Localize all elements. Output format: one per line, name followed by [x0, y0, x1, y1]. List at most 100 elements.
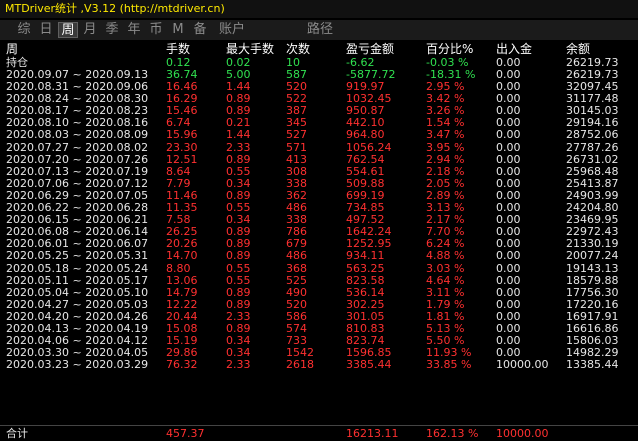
table-row[interactable]: 2020.07.20 ~ 2020.07.26 12.51 0.89 413 762.5… — [0, 152, 638, 166]
tab-9[interactable]: 账户 — [212, 22, 252, 38]
cell-maxhands: 0.55 — [226, 273, 251, 287]
tab-7[interactable]: M — [168, 22, 188, 38]
window-title: MTDriver统计 ,V3.12 (http://mtdriver.cn) — [0, 0, 638, 18]
cell-balance: 18579.88 — [566, 273, 619, 287]
column-header-inout[interactable]: 出入金 — [496, 42, 532, 57]
cell-inout: 0.00 — [496, 140, 521, 154]
cell-balance: 13385.44 — [566, 358, 619, 372]
tab-bar: 综日周月季年币 M 备账户 路径 — [0, 20, 638, 40]
tab-4[interactable]: 季 — [102, 22, 122, 38]
cell-balance: 20077.24 — [566, 249, 619, 263]
cell-hands: 8.80 — [166, 261, 191, 275]
column-header-pnl[interactable]: 盈亏金额 — [346, 42, 394, 57]
tab-3[interactable]: 月 — [80, 22, 100, 38]
tab-1[interactable]: 日 — [36, 22, 56, 38]
column-header-percent[interactable]: 百分比% — [426, 42, 473, 57]
cell-pnl: 762.54 — [346, 152, 385, 166]
cell-inout: 0.00 — [496, 249, 521, 263]
cell-pnl: 934.11 — [346, 249, 385, 263]
cell-inout: 0.00 — [496, 261, 521, 275]
tab-10[interactable]: 路径 — [300, 22, 340, 38]
cell-count: 413 — [286, 152, 307, 166]
cell-hands: 12.51 — [166, 152, 198, 166]
table-row[interactable]: 2020.03.23 ~ 2020.03.29 76.32 2.33 2618 3385… — [0, 359, 638, 371]
cell-inout: 0.00 — [496, 285, 521, 299]
cell-period: 2020.03.23 ~ 2020.03.29 — [6, 358, 149, 372]
tab-8[interactable]: 备 — [190, 22, 210, 38]
total-percent: 162.13 % — [426, 427, 479, 440]
cell-count: 490 — [286, 285, 307, 299]
cell-balance: 19143.13 — [566, 261, 619, 275]
total-label: 合计 — [6, 427, 28, 440]
cell-period: 2020.07.20 ~ 2020.07.26 — [6, 152, 149, 166]
cell-period: 2020.07.27 ~ 2020.08.02 — [6, 140, 149, 154]
cell-pnl: 964.80 — [346, 128, 385, 142]
column-header-count[interactable]: 次数 — [286, 42, 310, 57]
column-header-balance[interactable]: 余额 — [566, 42, 590, 57]
cell-period: 2020.08.03 ~ 2020.08.09 — [6, 128, 149, 142]
cell-pct: 3.03 % — [426, 261, 465, 275]
cell-pnl: 823.58 — [346, 273, 385, 287]
cell-pct: 3.47 % — [426, 128, 465, 142]
total-row[interactable]: 合计 457.37 16213.11 162.13 % 10000.00 — [0, 425, 638, 440]
column-header-maxhands[interactable]: 最大手数 — [226, 42, 274, 57]
total-pnl: 16213.11 — [346, 427, 399, 440]
tab-5[interactable]: 年 — [124, 22, 144, 38]
cell-period: 2020.05.25 ~ 2020.05.31 — [6, 249, 149, 263]
cell-count: 486 — [286, 249, 307, 263]
cell-count: 571 — [286, 140, 307, 154]
column-header-hands[interactable]: 手数 — [166, 42, 190, 57]
table-row[interactable]: 2020.05.11 ~ 2020.05.17 13.06 0.55 525 823.5… — [0, 273, 638, 287]
cell-pct: 4.88 % — [426, 249, 465, 263]
table-row[interactable]: 2020.08.03 ~ 2020.08.09 15.96 1.44 527 964.8… — [0, 129, 638, 141]
cell-count: 525 — [286, 273, 307, 287]
cell-inout: 10000.00 — [496, 358, 549, 372]
cell-pnl: 3385.44 — [346, 358, 392, 372]
cell-balance: 26731.02 — [566, 152, 619, 166]
total-inout: 10000.00 — [496, 427, 549, 440]
cell-pnl: 1056.24 — [346, 140, 392, 154]
table-row[interactable]: 2020.05.04 ~ 2020.05.10 14.79 0.89 490 536.1… — [0, 285, 638, 299]
cell-maxhands: 0.89 — [226, 285, 251, 299]
weekly-stats-table: 周 手数 最大手数 次数 盈亏金额 百分比% 出入金 余额 持仓 0.12 0.… — [0, 42, 638, 371]
cell-count: 2618 — [286, 358, 314, 372]
cell-maxhands: 0.89 — [226, 249, 251, 263]
cell-maxhands: 2.33 — [226, 140, 251, 154]
cell-period: 2020.05.11 ~ 2020.05.17 — [6, 273, 149, 287]
cell-balance: 17756.30 — [566, 285, 619, 299]
tab-2[interactable]: 周 — [58, 22, 78, 38]
cell-maxhands: 1.44 — [226, 128, 251, 142]
cell-pnl: 563.25 — [346, 261, 385, 275]
cell-count: 527 — [286, 128, 307, 142]
table-row[interactable]: 2020.05.18 ~ 2020.05.24 8.80 0.55 368 563.25… — [0, 261, 638, 275]
cell-pct: 3.11 % — [426, 285, 465, 299]
cell-hands: 14.70 — [166, 249, 198, 263]
cell-hands: 23.30 — [166, 140, 198, 154]
cell-hands: 76.32 — [166, 358, 198, 372]
table-row[interactable]: 2020.05.25 ~ 2020.05.31 14.70 0.89 486 934.1… — [0, 250, 638, 262]
cell-pct: 4.64 % — [426, 273, 465, 287]
cell-maxhands: 0.55 — [226, 261, 251, 275]
total-hands: 457.37 — [166, 427, 205, 440]
cell-inout: 0.00 — [496, 273, 521, 287]
cell-inout: 0.00 — [496, 152, 521, 166]
cell-count: 368 — [286, 261, 307, 275]
table-row[interactable]: 2020.07.27 ~ 2020.08.02 23.30 2.33 571 1056.… — [0, 140, 638, 154]
cell-pnl: 536.14 — [346, 285, 385, 299]
table-header-row: 周 手数 最大手数 次数 盈亏金额 百分比% 出入金 余额 — [0, 42, 638, 57]
cell-period: 2020.05.04 ~ 2020.05.10 — [6, 285, 149, 299]
cell-maxhands: 2.33 — [226, 358, 251, 372]
cell-hands: 14.79 — [166, 285, 198, 299]
cell-pct: 33.85 % — [426, 358, 472, 372]
tab-0[interactable]: 综 — [14, 22, 34, 38]
cell-pct: 3.95 % — [426, 140, 465, 154]
column-header-period[interactable]: 周 — [6, 42, 18, 57]
cell-pct: 2.94 % — [426, 152, 465, 166]
cell-inout: 0.00 — [496, 128, 521, 142]
cell-balance: 28752.06 — [566, 128, 619, 142]
tab-6[interactable]: 币 — [146, 22, 166, 38]
cell-period: 2020.05.18 ~ 2020.05.24 — [6, 261, 149, 275]
cell-hands: 13.06 — [166, 273, 198, 287]
cell-balance: 27787.26 — [566, 140, 619, 154]
cell-maxhands: 0.89 — [226, 152, 251, 166]
